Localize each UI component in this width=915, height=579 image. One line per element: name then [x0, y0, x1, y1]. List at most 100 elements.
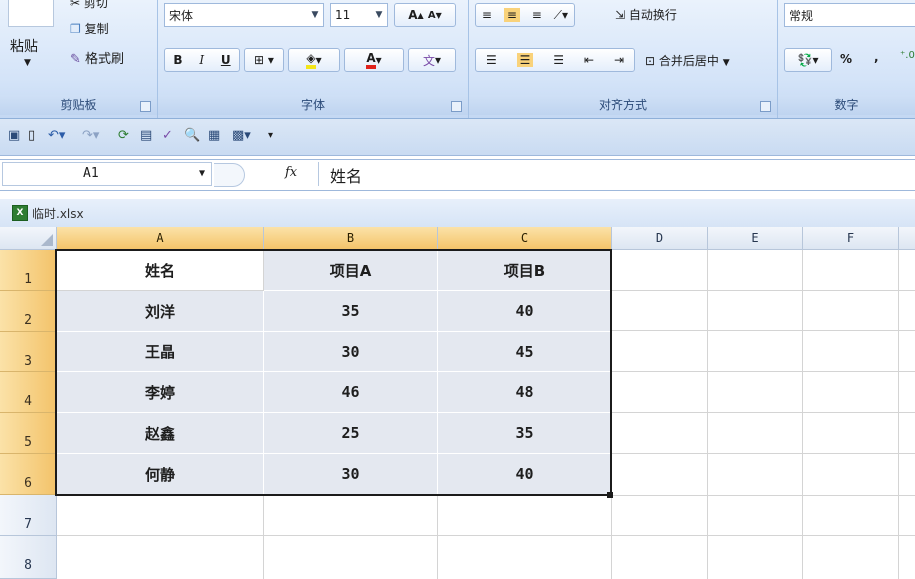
decrease-indent-icon[interactable]: ⇤: [584, 53, 594, 67]
fill-handle[interactable]: [607, 492, 613, 498]
font-name-combo[interactable]: 宋体 ▼: [164, 3, 324, 27]
refresh-icon[interactable]: ⟳: [118, 128, 129, 143]
row-header-6[interactable]: 6: [0, 454, 57, 495]
phonetic-icon[interactable]: 文 ▾: [408, 48, 456, 72]
italic-button[interactable]: I: [199, 53, 204, 67]
spelling-icon[interactable]: ✓: [162, 128, 173, 143]
cell-a1[interactable]: 姓名: [57, 250, 264, 291]
cell-c1[interactable]: 项目B: [438, 250, 612, 291]
form-icon[interactable]: ▤: [140, 128, 152, 143]
merge-center-button[interactable]: ⊡ 合并后居中 ▼: [645, 52, 730, 69]
increase-indent-icon[interactable]: ⇥: [614, 53, 624, 67]
orientation-icon[interactable]: ⟋▾: [554, 8, 568, 23]
undo-icon[interactable]: ↶▾: [48, 128, 65, 143]
font-launcher-icon[interactable]: [451, 101, 462, 112]
border-icon[interactable]: ⊞ ▾: [244, 48, 284, 72]
paste-dropdown-icon[interactable]: ▼: [24, 58, 31, 68]
chevron-down-icon: ▼: [722, 58, 730, 68]
cell-a8[interactable]: [57, 536, 264, 579]
row-header-7[interactable]: 7: [0, 495, 57, 536]
cell-c8[interactable]: [438, 536, 612, 579]
underline-button[interactable]: U: [221, 53, 231, 67]
fill-color-icon[interactable]: ◈ ▾: [288, 48, 340, 72]
alignment-launcher-icon[interactable]: [760, 101, 771, 112]
cell-b3[interactable]: 30: [264, 332, 438, 372]
cell-a2[interactable]: 刘洋: [57, 291, 264, 332]
options-icon[interactable]: ▩▾: [232, 128, 251, 143]
number-group: 常规 💱▾ % , ⁺.0 数字: [778, 0, 915, 118]
cell-b4[interactable]: 46: [264, 372, 438, 413]
number-format-combo[interactable]: 常规: [784, 3, 915, 27]
cell-a5[interactable]: 赵鑫: [57, 413, 264, 454]
align-left-icon[interactable]: ☰: [486, 53, 497, 67]
column-header-overflow[interactable]: [899, 227, 915, 250]
align-bottom-icon[interactable]: ≡: [532, 8, 542, 22]
column-header-f[interactable]: F: [803, 227, 899, 250]
cell-c3[interactable]: 45: [438, 332, 612, 372]
align-top-icon[interactable]: ≡: [482, 8, 492, 22]
align-right-icon[interactable]: ☰: [553, 53, 564, 67]
paste-icon[interactable]: [8, 0, 54, 27]
row-header-4[interactable]: 4: [0, 372, 57, 413]
column-header-e[interactable]: E: [708, 227, 803, 250]
font-group: 宋体 ▼ 11 ▼ A ▲ A ▼ B I U ⊞ ▾ ◈ ▾ A ▾ 文 ▾ 字体: [158, 0, 469, 118]
cell-c7[interactable]: [438, 495, 612, 536]
table-icon[interactable]: ▦: [208, 128, 220, 143]
column-header-a[interactable]: A: [57, 227, 264, 250]
format-painter-button[interactable]: ✎ 格式刷: [70, 48, 124, 67]
chevron-down-icon: ▼: [375, 10, 383, 20]
row-header-2[interactable]: 2: [0, 291, 57, 332]
row-header-3[interactable]: 3: [0, 332, 57, 372]
scissors-icon: ✂: [70, 0, 81, 10]
save-icon[interactable]: ▣: [8, 128, 20, 143]
redo-icon[interactable]: ↷▾: [82, 128, 99, 143]
comma-button[interactable]: ,: [874, 50, 879, 64]
alignment-group-label: 对齐方式: [469, 95, 777, 115]
grow-shrink-font-button[interactable]: A ▲ A ▼: [394, 3, 456, 27]
cell-c4[interactable]: 48: [438, 372, 612, 413]
column-header-b[interactable]: B: [264, 227, 438, 250]
percent-button[interactable]: %: [840, 52, 852, 66]
column-header-c[interactable]: C: [438, 227, 612, 250]
new-icon[interactable]: ▯: [28, 128, 35, 143]
select-all-button[interactable]: [0, 227, 57, 250]
wrap-text-button[interactable]: ⇲ 自动换行: [615, 6, 677, 23]
cell-b2[interactable]: 35: [264, 291, 438, 332]
cell-b5[interactable]: 25: [264, 413, 438, 454]
currency-icon[interactable]: 💱▾: [784, 48, 832, 72]
clipboard-launcher-icon[interactable]: [140, 101, 151, 112]
row-header-8[interactable]: 8: [0, 536, 57, 579]
cell-b6[interactable]: 30: [264, 454, 438, 495]
cell-c5[interactable]: 35: [438, 413, 612, 454]
cell-a3[interactable]: 王晶: [57, 332, 264, 372]
align-middle-icon[interactable]: ≡: [503, 8, 520, 22]
cell-b1[interactable]: 项目A: [264, 250, 438, 291]
align-center-icon[interactable]: ☰: [516, 53, 534, 67]
cell-b7[interactable]: [264, 495, 438, 536]
cut-button[interactable]: ✂ 剪切: [70, 0, 108, 11]
excel-file-icon: X: [12, 205, 28, 221]
bold-button[interactable]: B: [173, 53, 182, 67]
font-color-icon[interactable]: A ▾: [344, 48, 404, 72]
name-box[interactable]: A1 ▼: [2, 162, 212, 186]
cell-a7[interactable]: [57, 495, 264, 536]
column-header-d[interactable]: D: [612, 227, 708, 250]
copy-button[interactable]: ❐ 复制: [70, 20, 109, 37]
cell-a4[interactable]: 李婷: [57, 372, 264, 413]
cell-a6[interactable]: 何静: [57, 454, 264, 495]
increase-decimal-icon[interactable]: ⁺.0: [900, 50, 915, 61]
cell-b8[interactable]: [264, 536, 438, 579]
font-name-value: 宋体: [169, 8, 194, 23]
font-size-value: 11: [335, 8, 351, 22]
insert-function-button[interactable]: fx: [285, 165, 297, 180]
row-header-1[interactable]: 1: [0, 250, 57, 291]
font-size-combo[interactable]: 11 ▼: [330, 3, 388, 27]
customize-qat-icon[interactable]: ▾: [268, 130, 273, 141]
row-header-5[interactable]: 5: [0, 413, 57, 454]
formula-input[interactable]: 姓名: [330, 163, 362, 187]
cell-c6[interactable]: 40: [438, 454, 612, 495]
cell-c2[interactable]: 40: [438, 291, 612, 332]
paste-button[interactable]: 粘贴: [10, 36, 38, 56]
print-preview-icon[interactable]: 🔍: [184, 128, 200, 143]
formula-expand-handle[interactable]: [214, 163, 245, 187]
